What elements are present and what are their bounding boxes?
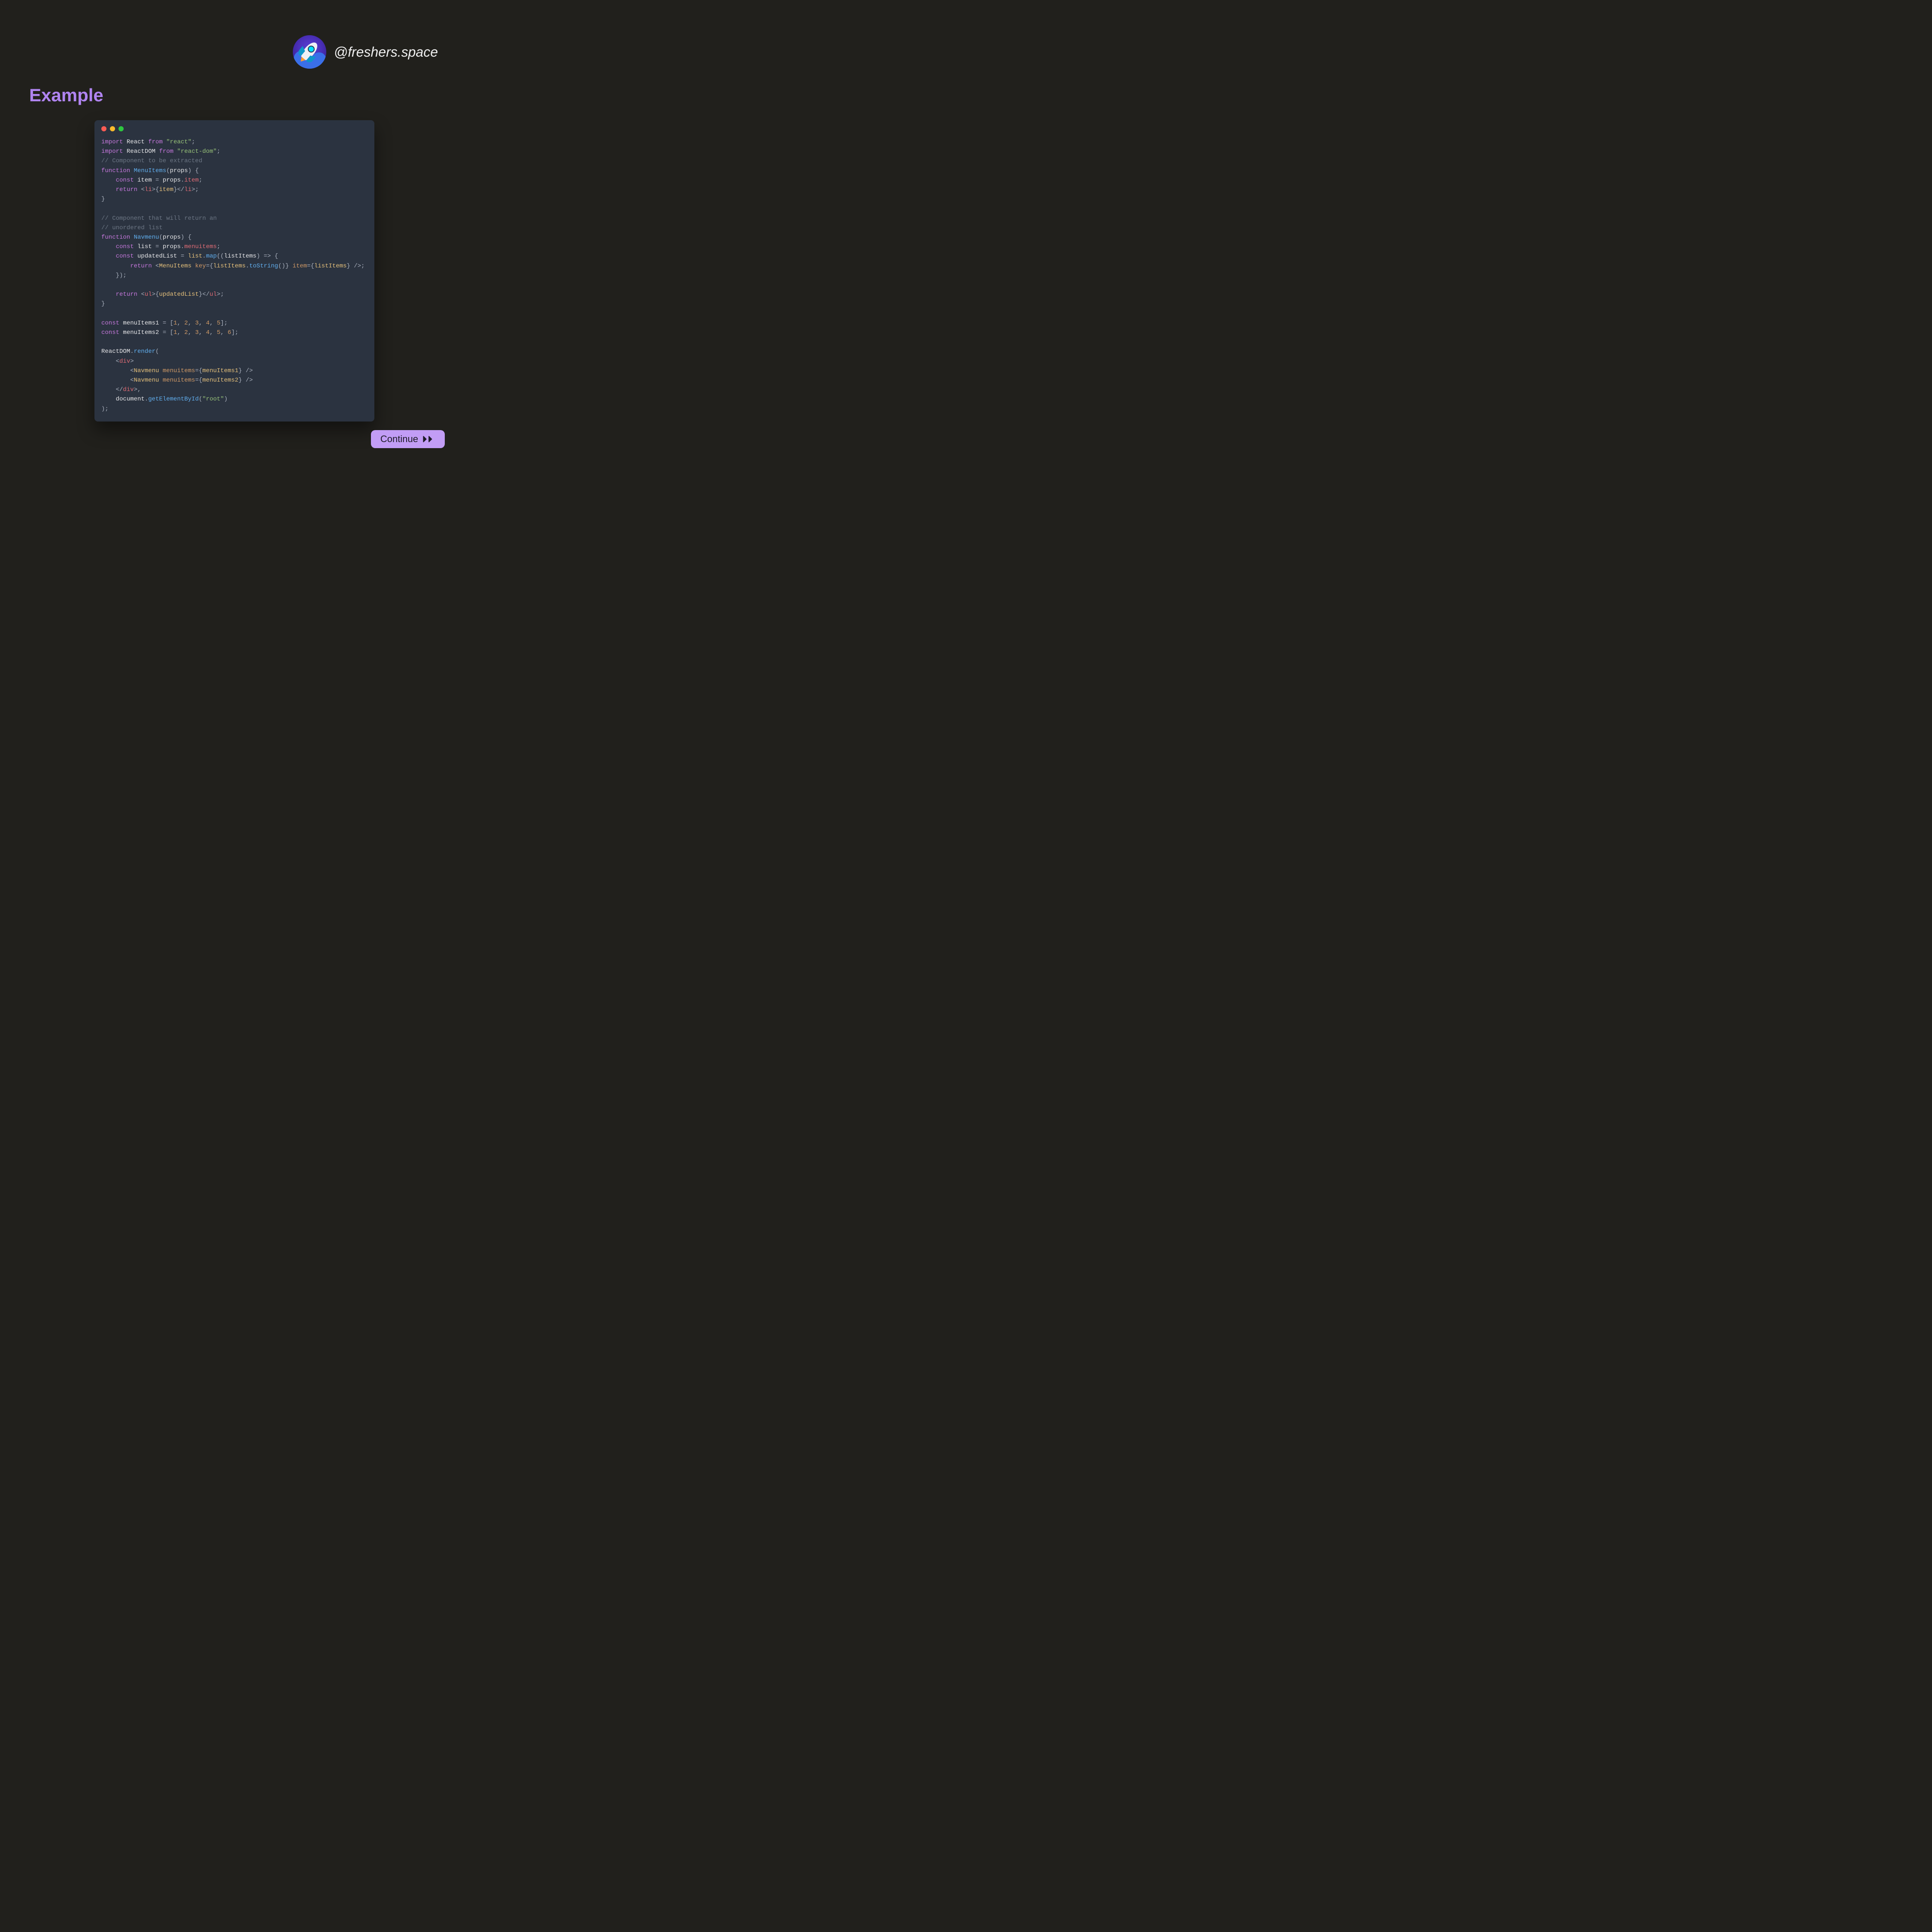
window-traffic-lights xyxy=(101,126,368,131)
brand-handle: @freshers.space xyxy=(334,44,438,60)
minimize-icon xyxy=(110,126,115,131)
close-icon xyxy=(101,126,106,131)
brand-block: @freshers.space xyxy=(293,35,438,69)
code-window: import React from "react"; import ReactD… xyxy=(94,120,374,422)
rocket-avatar-icon xyxy=(293,35,326,69)
double-chevron-right-icon xyxy=(422,434,437,444)
arr1-values: 1, 2, 3, 4, 5 xyxy=(173,320,220,327)
zoom-icon xyxy=(118,126,124,131)
kw-import: import xyxy=(101,139,123,146)
continue-label: Continue xyxy=(380,434,418,445)
code-block: import React from "react"; import ReactD… xyxy=(101,137,368,414)
page-title: Example xyxy=(29,85,103,106)
arr2-values: 1, 2, 3, 4, 5, 6 xyxy=(173,329,231,336)
continue-button[interactable]: Continue xyxy=(371,430,445,448)
